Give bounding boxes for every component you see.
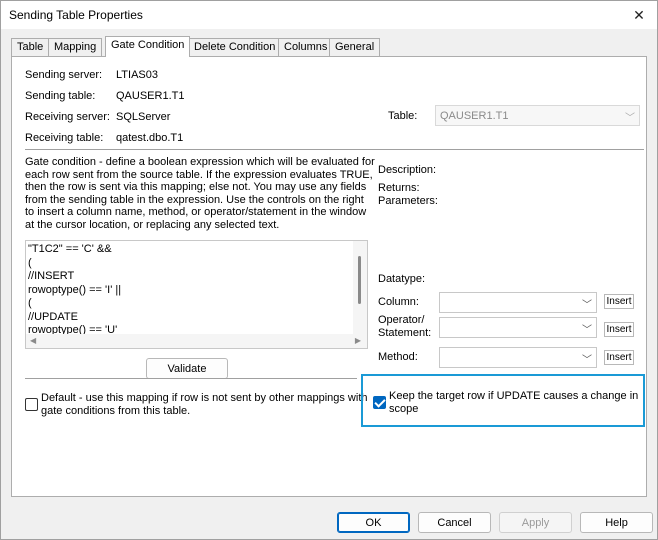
code-line: "T1C2" == 'C' &&	[28, 243, 112, 255]
vertical-scroll-thumb[interactable]	[358, 256, 361, 304]
insert-method-button[interactable]: Insert	[604, 350, 634, 365]
description-label: Description:	[378, 164, 437, 176]
code-line: (	[28, 256, 32, 269]
code-line: rowoptype() == 'I' ||	[28, 283, 122, 296]
keep-target-row-checkbox[interactable]	[373, 396, 386, 409]
divider	[25, 149, 644, 150]
scroll-right-icon[interactable]: ▶	[355, 336, 361, 345]
tab-gate-condition[interactable]: Gate Condition	[105, 36, 191, 57]
table-select-value: QAUSER1.T1	[440, 110, 509, 122]
vertical-scrollbar[interactable]	[353, 241, 367, 334]
receiving-server-label: Receiving server:	[25, 111, 110, 123]
apply-button[interactable]: Apply	[499, 512, 572, 533]
tab-table[interactable]: Table	[11, 38, 50, 56]
cancel-button[interactable]: Cancel	[418, 512, 491, 533]
default-mapping-checkbox[interactable]	[25, 398, 38, 411]
method-select[interactable]: ﹀	[439, 347, 597, 368]
sending-server-value: LTIAS03	[116, 69, 158, 81]
chevron-down-icon: ﹀	[582, 300, 592, 311]
chevron-down-icon: ﹀	[582, 355, 592, 366]
validate-button[interactable]: Validate	[146, 358, 228, 379]
sending-server-label: Sending server:	[25, 69, 103, 81]
code-line: //INSERT	[28, 270, 75, 282]
column-label: Column:	[378, 296, 419, 308]
keep-target-row-line2: scope	[389, 403, 419, 415]
title-bar: Sending Table Properties ✕	[1, 1, 657, 29]
window-title: Sending Table Properties	[9, 8, 143, 22]
default-mapping-line2: gate conditions from this table.	[41, 405, 191, 417]
divider	[25, 378, 357, 379]
operator-select[interactable]: ﹀	[439, 317, 597, 338]
expression-editor[interactable]: "T1C2" == 'C' && ( //INSERT rowoptype() …	[25, 240, 368, 349]
insert-column-button[interactable]: Insert	[604, 294, 634, 309]
help-button[interactable]: Help	[580, 512, 653, 533]
operator-label-line2: Statement:	[378, 327, 432, 339]
expression-code[interactable]: "T1C2" == 'C' && ( //INSERT rowoptype() …	[28, 243, 121, 338]
sending-table-value: QAUSER1.T1	[116, 90, 185, 102]
datatype-label: Datatype:	[378, 273, 426, 285]
dialog-window: Sending Table Properties ✕ Table Mapping…	[0, 0, 658, 540]
code-line: (	[28, 297, 32, 309]
method-label: Method:	[378, 351, 418, 363]
code-line: //UPDATE	[28, 310, 78, 323]
table-select-label: Table:	[388, 110, 418, 122]
tab-general[interactable]: General	[329, 38, 381, 56]
parameters-label: Parameters:	[378, 195, 438, 207]
receiving-server-value: SQLServer	[116, 111, 171, 123]
returns-label: Returns:	[378, 182, 420, 194]
default-mapping-line1: Default - use this mapping if row is not…	[41, 392, 368, 404]
chevron-down-icon: ﹀	[625, 113, 635, 124]
receiving-table-label: Receiving table:	[25, 132, 104, 144]
column-select[interactable]: ﹀	[439, 292, 597, 313]
close-icon[interactable]: ✕	[627, 4, 651, 26]
scroll-left-icon[interactable]: ◀	[30, 336, 36, 345]
insert-operator-button[interactable]: Insert	[604, 322, 634, 337]
tab-mapping[interactable]: Mapping	[48, 38, 103, 56]
keep-target-row-line1: Keep the target row if UPDATE causes a c…	[389, 390, 639, 402]
operator-label-line1: Operator/	[378, 314, 425, 326]
gate-condition-description: Gate condition - define a boolean expres…	[25, 156, 375, 231]
sending-table-label: Sending table:	[25, 90, 96, 102]
table-select[interactable]: QAUSER1.T1 ﹀	[435, 105, 640, 126]
chevron-down-icon: ﹀	[582, 325, 592, 336]
tab-delete-condition[interactable]: Delete Condition	[188, 38, 282, 56]
tab-columns[interactable]: Columns	[278, 38, 334, 56]
ok-button[interactable]: OK	[337, 512, 410, 533]
horizontal-scrollbar[interactable]: ◀ ▶	[26, 334, 367, 348]
receiving-table-value: qatest.dbo.T1	[116, 132, 184, 144]
gate-condition-panel: Sending server: LTIAS03 Sending table: Q…	[11, 56, 647, 497]
